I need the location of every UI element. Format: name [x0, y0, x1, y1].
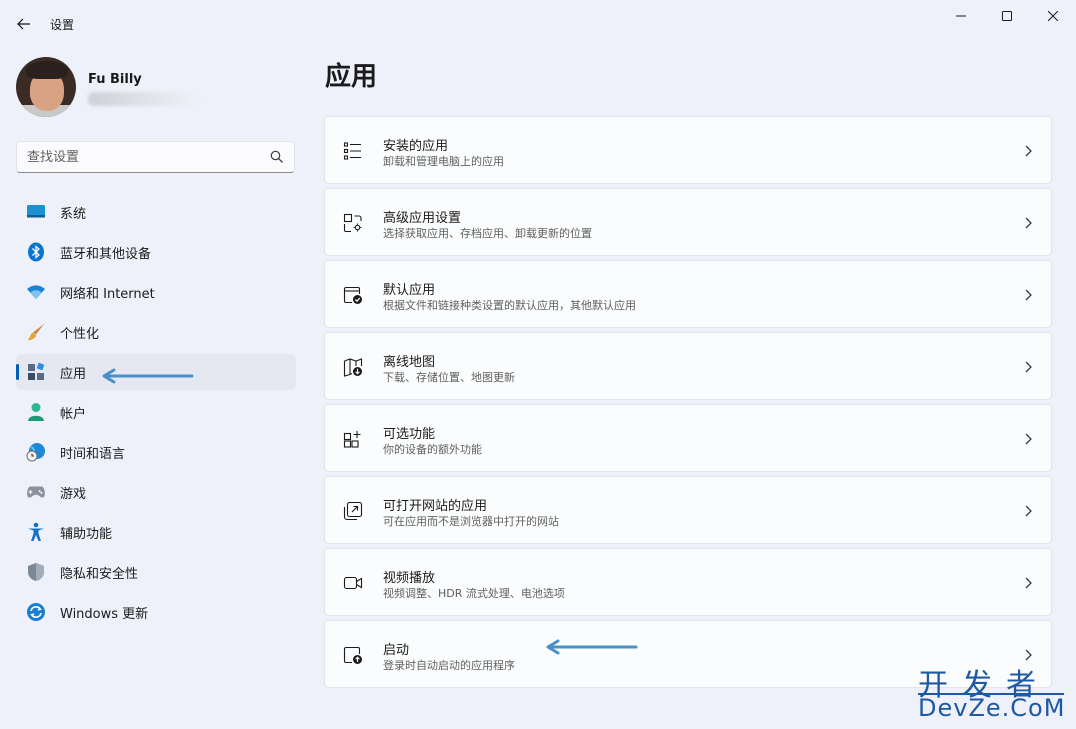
brush-icon — [26, 322, 46, 342]
card-subtitle: 登录时自动启动的应用程序 — [383, 659, 515, 672]
update-icon — [26, 602, 46, 622]
chevron-right-icon — [1025, 361, 1032, 373]
person-icon — [26, 402, 46, 422]
card-title: 启动 — [383, 643, 410, 658]
startup-icon — [343, 646, 362, 664]
chevron-right-icon — [1025, 217, 1032, 229]
annotation-arrow-startup — [546, 639, 638, 655]
close-button[interactable] — [1030, 0, 1076, 32]
card-apps-for-websites[interactable]: 可打开网站的应用 可在应用而不是浏览器中打开的网站 — [324, 476, 1052, 544]
sidebar-nav: 系统 蓝牙和其他设备 网络和 Internet 个性化 应用 帐户 时间和语言 … — [16, 194, 296, 634]
card-subtitle: 卸载和管理电脑上的应用 — [383, 155, 504, 168]
card-title: 安装的应用 — [383, 139, 449, 154]
sidebar-item-label: 蓝牙和其他设备 — [60, 246, 152, 262]
list-icon — [343, 142, 361, 160]
video-icon — [343, 576, 363, 590]
avatar[interactable] — [16, 57, 76, 117]
back-arrow-icon — [17, 18, 30, 30]
card-offline-maps[interactable]: 离线地图 下载、存储位置、地图更新 — [324, 332, 1052, 400]
sidebar-item-label: 辅助功能 — [60, 526, 113, 542]
sidebar-item-system[interactable]: 系统 — [16, 194, 296, 230]
card-title: 离线地图 — [383, 355, 436, 370]
card-subtitle: 根据文件和链接种类设置的默认应用，其他默认应用 — [383, 299, 636, 312]
sidebar-item-label: 应用 — [60, 366, 87, 382]
sidebar-item-privacy[interactable]: 隐私和安全性 — [16, 554, 296, 590]
maximize-button[interactable] — [984, 0, 1030, 32]
user-email-blurred — [88, 92, 198, 106]
card-title: 可打开网站的应用 — [383, 499, 488, 514]
close-icon — [1048, 11, 1058, 21]
sidebar-item-label: 帐户 — [60, 406, 87, 422]
card-title: 默认应用 — [383, 283, 436, 298]
map-download-icon — [343, 358, 363, 377]
sidebar-item-label: 系统 — [60, 206, 87, 222]
sidebar-item-label: 隐私和安全性 — [60, 566, 139, 582]
search-icon[interactable] — [270, 150, 284, 164]
card-subtitle: 可在应用而不是浏览器中打开的网站 — [383, 515, 559, 528]
chevron-right-icon — [1025, 145, 1032, 157]
card-video-playback[interactable]: 视频播放 视频调整、HDR 流式处理、电池选项 — [324, 548, 1052, 616]
maximize-icon — [1002, 11, 1012, 21]
chevron-right-icon — [1025, 289, 1032, 301]
card-advanced-app-settings[interactable]: 高级应用设置 选择获取应用、存档应用、卸载更新的位置 — [324, 188, 1052, 256]
minimize-button[interactable] — [938, 0, 984, 32]
open-link-icon — [343, 501, 363, 521]
user-name: Fu Billy — [88, 72, 142, 87]
sidebar-item-label: 时间和语言 — [60, 446, 126, 462]
app-settings-icon — [343, 213, 362, 233]
accessibility-icon — [26, 522, 46, 542]
card-installed-apps[interactable]: 安装的应用 卸载和管理电脑上的应用 — [324, 116, 1052, 184]
gamepad-icon — [26, 482, 46, 502]
shield-icon — [26, 562, 46, 582]
sidebar-item-time-language[interactable]: 时间和语言 — [16, 434, 296, 470]
back-button[interactable] — [10, 10, 38, 38]
chevron-right-icon — [1025, 505, 1032, 517]
search-input[interactable] — [17, 149, 257, 165]
card-default-apps[interactable]: 默认应用 根据文件和链接种类设置的默认应用，其他默认应用 — [324, 260, 1052, 328]
settings-card-list: 安装的应用 卸载和管理电脑上的应用 高级应用设置 选择获取应用、存档应用、卸载更… — [324, 116, 1052, 692]
apps-icon — [26, 362, 46, 382]
page-title: 应用 — [325, 62, 378, 92]
sidebar-item-personalization[interactable]: 个性化 — [16, 314, 296, 350]
avatar-hair — [26, 61, 68, 79]
card-title: 视频播放 — [383, 571, 436, 586]
card-title: 可选功能 — [383, 427, 436, 442]
card-optional-features[interactable]: 可选功能 你的设备的额外功能 — [324, 404, 1052, 472]
minimize-icon — [956, 15, 966, 17]
chevron-right-icon — [1025, 433, 1032, 445]
sidebar-item-label: 网络和 Internet — [60, 286, 155, 302]
card-subtitle: 选择获取应用、存档应用、卸载更新的位置 — [383, 227, 592, 240]
globe-clock-icon — [26, 442, 46, 462]
sidebar-item-windows-update[interactable]: Windows 更新 — [16, 594, 296, 630]
sidebar-item-label: 游戏 — [60, 486, 87, 502]
add-feature-icon — [343, 431, 361, 448]
card-title: 高级应用设置 — [383, 211, 462, 226]
title-bar: 设置 — [0, 0, 1076, 48]
sidebar-item-bluetooth[interactable]: 蓝牙和其他设备 — [16, 234, 296, 270]
card-subtitle: 下载、存储位置、地图更新 — [383, 371, 515, 384]
sidebar-item-accessibility[interactable]: 辅助功能 — [16, 514, 296, 550]
chevron-right-icon — [1025, 577, 1032, 589]
sidebar-item-label: Windows 更新 — [60, 606, 149, 622]
window-title: 设置 — [50, 18, 75, 32]
monitor-icon — [26, 202, 46, 222]
sidebar-item-network[interactable]: 网络和 Internet — [16, 274, 296, 310]
default-app-icon — [343, 286, 362, 304]
card-subtitle: 你的设备的额外功能 — [383, 443, 482, 456]
bluetooth-icon — [26, 242, 46, 262]
watermark: 开发者 DevZe.CoM — [918, 660, 1068, 724]
search-box[interactable] — [16, 141, 295, 173]
sidebar-item-gaming[interactable]: 游戏 — [16, 474, 296, 510]
watermark-line2: DevZe.CoM — [918, 694, 1066, 722]
annotation-arrow-apps — [102, 368, 194, 384]
sidebar-item-label: 个性化 — [60, 326, 100, 342]
card-subtitle: 视频调整、HDR 流式处理、电池选项 — [383, 587, 565, 600]
wifi-icon — [26, 282, 46, 302]
sidebar-item-accounts[interactable]: 帐户 — [16, 394, 296, 430]
